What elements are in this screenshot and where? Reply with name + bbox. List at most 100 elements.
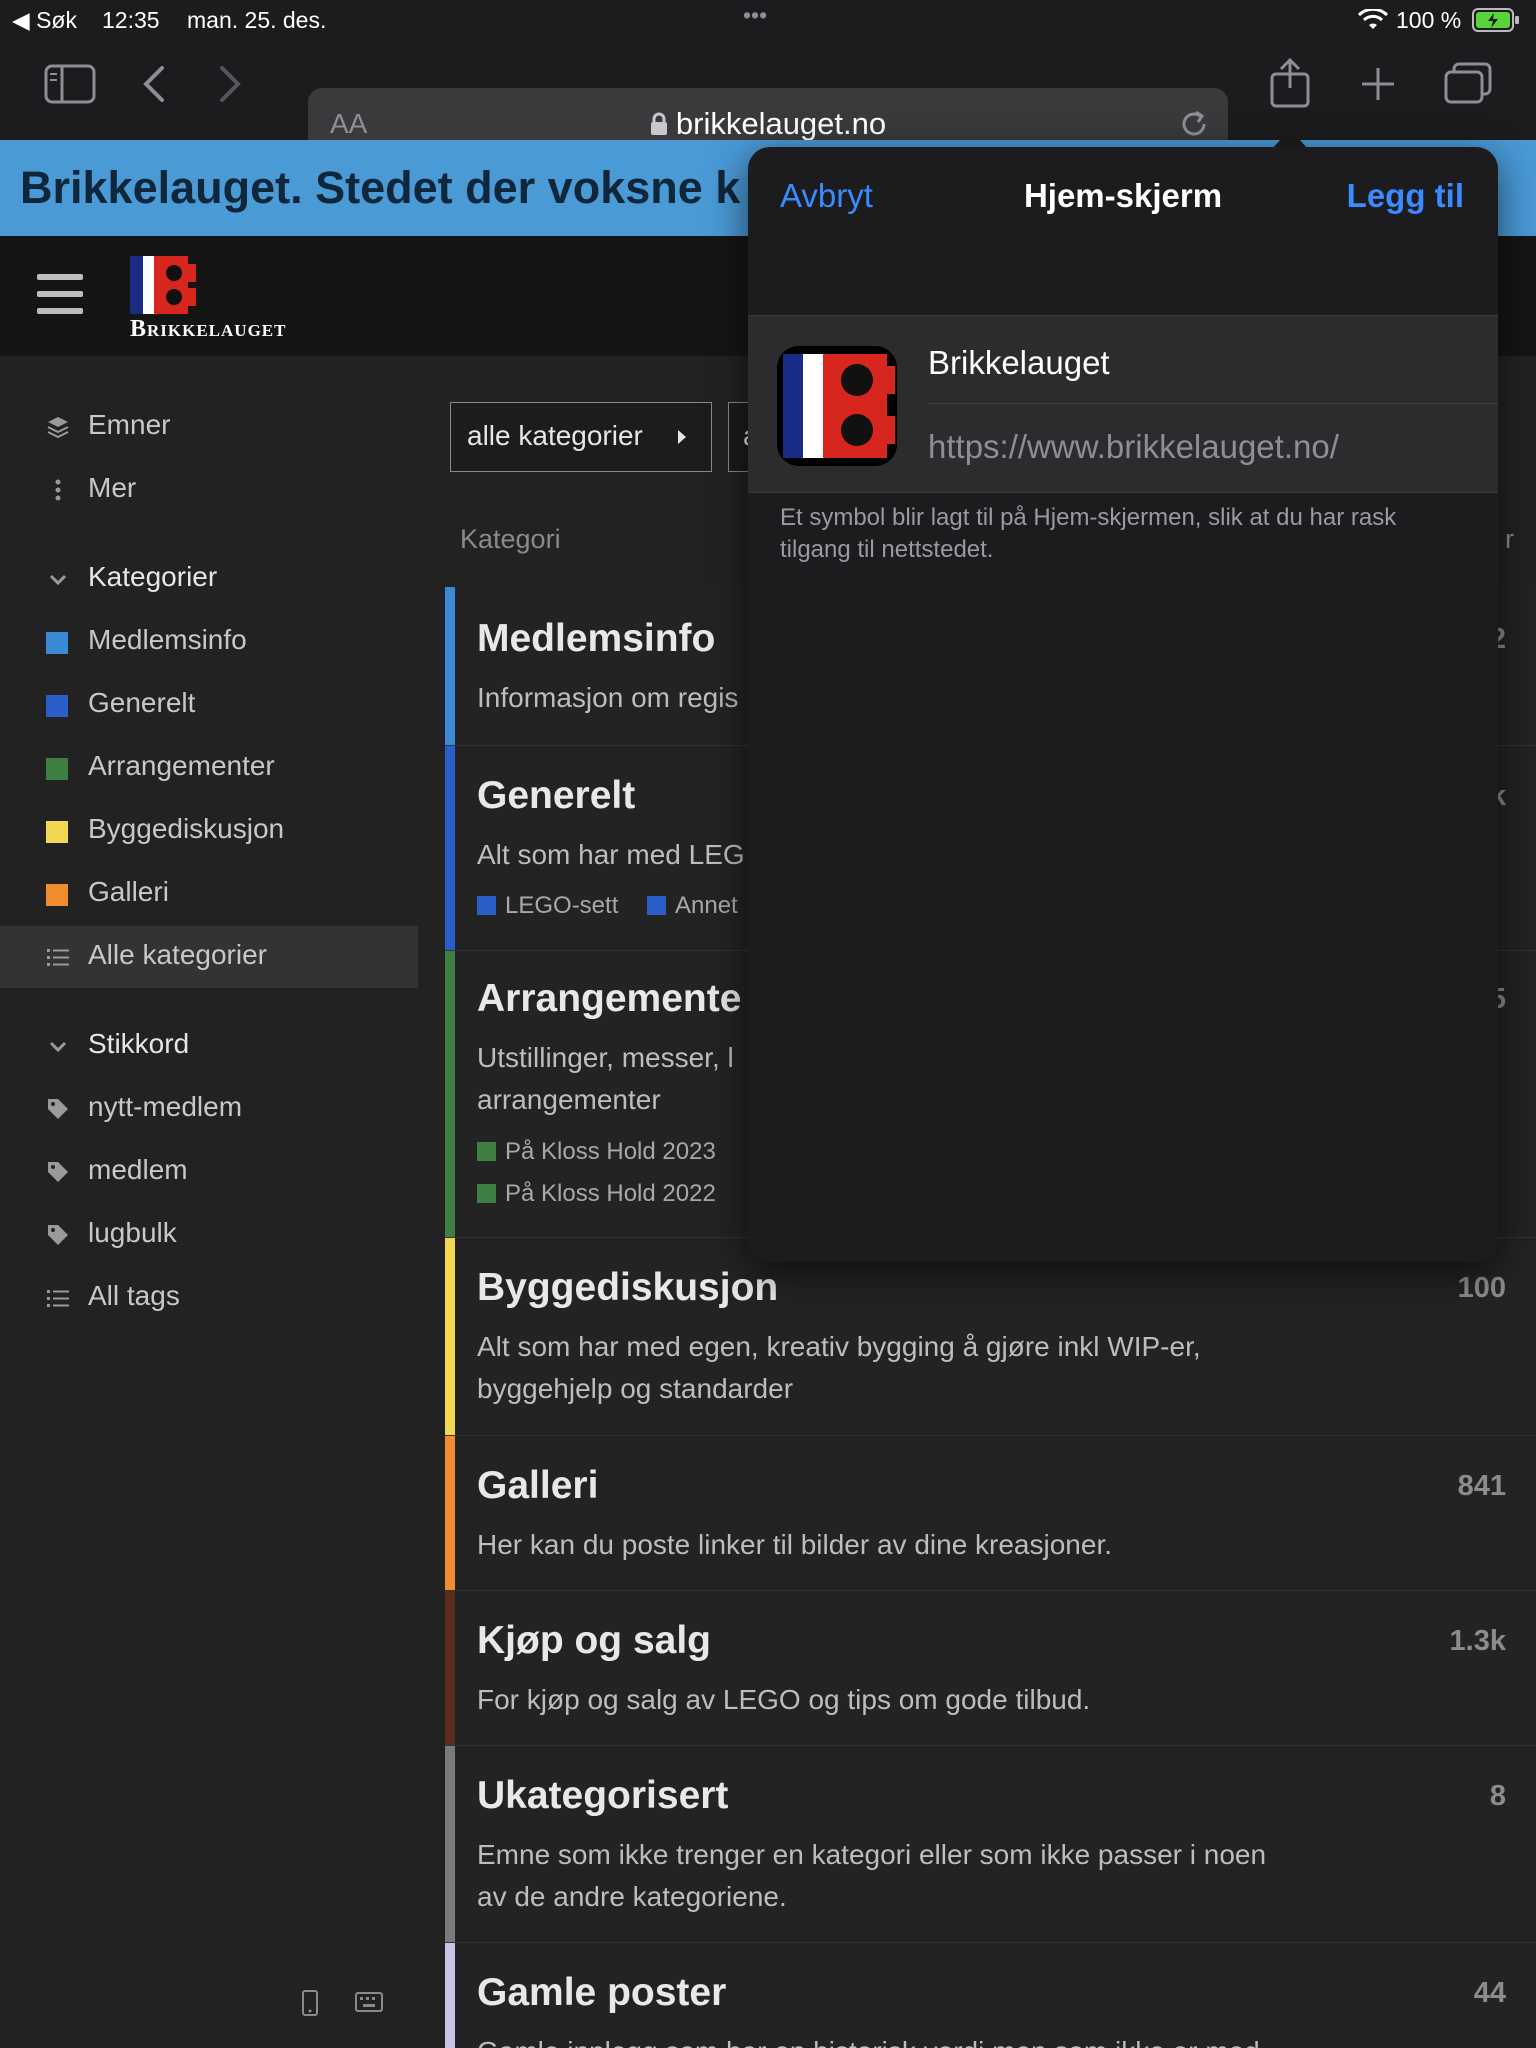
category-color-swatch: [46, 695, 68, 717]
subcategory-link[interactable]: LEGO-sett: [477, 892, 618, 920]
category-title[interactable]: Gamle poster: [477, 1971, 726, 2015]
subcategory-label: Annet: [675, 892, 738, 919]
wifi-icon: [1358, 9, 1388, 29]
forward-chevron-icon[interactable]: [218, 64, 244, 104]
subcategory-link[interactable]: Annet: [647, 892, 738, 920]
topic-count: 100: [1457, 1272, 1506, 1304]
sidebar-section-kategorier[interactable]: Kategorier: [0, 548, 418, 610]
sidebar-item-emner[interactable]: Emner: [0, 396, 418, 458]
category-color-swatch: [46, 758, 68, 780]
reload-icon[interactable]: [1178, 108, 1210, 140]
sidebar-item-label: Medlemsinfo: [88, 624, 247, 655]
list-icon: [47, 1290, 69, 1307]
category-row-gamle-poster[interactable]: Gamle poster Gamle innlegg som har en hi…: [445, 1943, 1536, 2048]
subcategory-link[interactable]: På Kloss Hold 2023: [477, 1138, 716, 1166]
column-header-topics: r: [1505, 524, 1514, 554]
category-description: Gamle innlegg som har en historisk verdi…: [477, 2031, 1377, 2048]
sidebar-toggle-icon[interactable]: [44, 64, 96, 104]
sidebar-item-label: Kategorier: [88, 561, 218, 592]
category-title[interactable]: Kjøp og salg: [477, 1619, 711, 1663]
category-title[interactable]: Generelt: [477, 774, 635, 818]
sidebar-item-label: Galleri: [88, 876, 169, 907]
column-header-category: Kategori: [460, 524, 561, 554]
tabs-overview-icon[interactable]: [1444, 62, 1492, 106]
chevron-down-icon: [49, 574, 67, 586]
category-title[interactable]: Byggediskusjon: [477, 1266, 778, 1310]
sidebar-section-stikkord[interactable]: Stikkord: [0, 1015, 418, 1077]
topic-count: 8: [1489, 1780, 1506, 1812]
lock-icon: [650, 112, 667, 135]
battery-percent: 100 %: [1396, 7, 1462, 33]
subcategory-swatch: [477, 896, 496, 915]
back-to-search[interactable]: ◀ Søk: [12, 7, 77, 34]
hamburger-menu-icon[interactable]: [30, 274, 90, 324]
category-row-kjop-og-salg[interactable]: Kjøp og salg For kjøp og salg av LEGO og…: [445, 1591, 1536, 1746]
sidebar-item-label: lugbulk: [88, 1217, 177, 1248]
category-row-byggediskusjon[interactable]: Byggediskusjon Alt som har med egen, kre…: [445, 1238, 1536, 1436]
sidebar-item-byggediskusjon[interactable]: Byggediskusjon: [0, 800, 418, 862]
layers-icon: [47, 417, 69, 439]
status-date: man. 25. des.: [187, 7, 327, 33]
mobile-view-icon[interactable]: [302, 1990, 318, 2016]
category-description: Alt som har med egen, kreativ bygging å …: [477, 1331, 1201, 1362]
bookmark-card: Brikkelauget https://www.brikkelauget.no…: [748, 315, 1498, 493]
bookmark-name-field[interactable]: Brikkelauget: [928, 344, 1110, 382]
category-description: Her kan du poste linker til bilder av di…: [477, 1529, 1113, 1560]
add-button[interactable]: Legg til: [1347, 177, 1464, 215]
sidebar-item-mer[interactable]: Mer: [0, 459, 418, 521]
sidebar-item-tag-medlem[interactable]: medlem: [0, 1141, 418, 1203]
category-title[interactable]: Medlemsinfo: [477, 617, 715, 661]
status-time: 12:35: [102, 7, 160, 33]
category-color-swatch: [46, 632, 68, 654]
battery-icon: [1472, 8, 1519, 32]
keyboard-shortcuts-icon[interactable]: [355, 1992, 383, 2012]
category-title[interactable]: Galleri: [477, 1464, 598, 1508]
sidebar: Emner Mer Kategorier Medlemsinfo Generel…: [0, 356, 418, 2048]
subcategory-swatch: [477, 1184, 496, 1203]
category-filter-dropdown[interactable]: alle kategorier: [450, 402, 712, 472]
banner-text: Brikkelauget. Stedet der voksne k: [20, 162, 741, 213]
field-divider: [928, 403, 1498, 404]
list-icon: [47, 949, 69, 966]
more-vertical-icon: [55, 479, 61, 501]
subcategory-link[interactable]: På Kloss Hold 2022: [477, 1180, 716, 1208]
tag-icon: [48, 1225, 68, 1245]
multitask-dots[interactable]: •••: [743, 2, 767, 29]
back-chevron-icon[interactable]: [140, 64, 166, 104]
sidebar-item-tag-lugbulk[interactable]: lugbulk: [0, 1204, 418, 1266]
category-title[interactable]: Ukategorisert: [477, 1774, 728, 1818]
category-description: Emne som ikke trenger en kategori eller …: [477, 1839, 1267, 1870]
app-icon-preview: [777, 346, 897, 466]
sidebar-item-medlemsinfo[interactable]: Medlemsinfo: [0, 611, 418, 673]
category-color-swatch: [46, 821, 68, 843]
url-host: brikkelauget.no: [308, 106, 1228, 142]
sidebar-item-arrangementer[interactable]: Arrangementer: [0, 737, 418, 799]
subcategory-label: På Kloss Hold 2022: [505, 1180, 716, 1207]
category-row-ukategorisert[interactable]: Ukategorisert Emne som ikke trenger en k…: [445, 1746, 1536, 1943]
sidebar-item-label: Emner: [88, 409, 171, 440]
cancel-button[interactable]: Avbryt: [780, 177, 873, 215]
category-title[interactable]: Arrangemente: [477, 977, 741, 1021]
sidebar-item-label: All tags: [88, 1280, 180, 1311]
site-logo-text[interactable]: Brikkelauget: [130, 316, 286, 343]
sidebar-item-tag-nytt-medlem[interactable]: nytt-medlem: [0, 1078, 418, 1140]
category-row-galleri[interactable]: Galleri Her kan du poste linker til bild…: [445, 1436, 1536, 1591]
new-tab-plus-icon[interactable]: [1358, 64, 1398, 104]
sidebar-item-galleri[interactable]: Galleri: [0, 863, 418, 925]
category-description: For kjøp og salg av LEGO og tips om gode…: [477, 1684, 1091, 1715]
sidebar-item-alle-kategorier[interactable]: Alle kategorier: [0, 926, 418, 988]
sidebar-item-generelt[interactable]: Generelt: [0, 674, 418, 736]
sidebar-item-label: Stikkord: [88, 1028, 190, 1059]
sidebar-item-label: Mer: [88, 472, 137, 503]
category-color-bar: [445, 1746, 455, 1942]
site-logo-icon[interactable]: [130, 256, 196, 314]
sidebar-item-all-tags[interactable]: All tags: [0, 1267, 418, 1329]
sidebar-item-label: Arrangementer: [88, 750, 275, 781]
category-description-line2: av de andre kategoriene.: [477, 1881, 787, 1912]
category-color-bar: [445, 587, 455, 745]
url-host-text: brikkelauget.no: [675, 106, 887, 141]
popover-note: Et symbol blir lagt til på Hjem-skjermen…: [780, 504, 1397, 563]
add-to-home-screen-popover: Hjem-skjerm Avbryt Legg til Brikkelauget…: [748, 147, 1498, 1262]
share-icon[interactable]: [1268, 58, 1312, 108]
subcategory-label: På Kloss Hold 2023: [505, 1138, 716, 1165]
